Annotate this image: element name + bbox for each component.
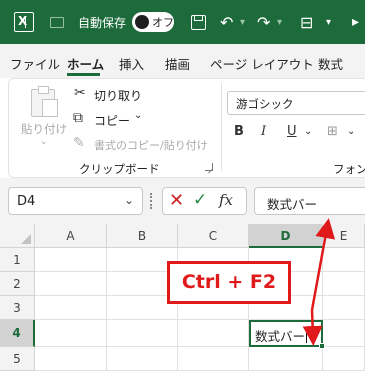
- italic-button[interactable]: I: [261, 124, 266, 139]
- grid-cell[interactable]: [107, 320, 178, 347]
- title-bar: 自動保存 オフ ↶ ▾ ↷ ▾ ⊟ ▾ ▸: [0, 0, 365, 44]
- select-all-button[interactable]: [0, 224, 35, 248]
- redo-dropdown-icon[interactable]: ▾: [277, 0, 282, 44]
- column-header-a[interactable]: A: [35, 224, 107, 248]
- tab-page-layout[interactable]: ページ レイアウト: [210, 54, 314, 73]
- formula-controls: ✕ ✓ fx: [162, 187, 247, 215]
- cut-label: 切り取り: [94, 89, 143, 103]
- paste-label: 貼り付け: [21, 122, 67, 136]
- active-tab-indicator: [67, 73, 100, 76]
- ribbon-tabs: ファイル ホーム 挿入 描画 ページ レイアウト 数式: [0, 44, 365, 78]
- grid-cell[interactable]: [35, 248, 107, 272]
- toggle-label: オフ: [152, 16, 174, 29]
- format-painter-icon: ✎: [73, 135, 85, 151]
- formula-row: D4 ⌄ ✕ ✓ fx 数式バー: [0, 178, 365, 224]
- grid-cell[interactable]: [178, 320, 249, 347]
- grid-cell[interactable]: [35, 320, 107, 347]
- grid-cell[interactable]: [323, 248, 365, 272]
- tab-home[interactable]: ホーム: [67, 54, 104, 73]
- autosave-toggle[interactable]: オフ: [132, 0, 174, 44]
- format-painter-label: 書式のコピー/貼り付け: [94, 139, 208, 152]
- grid-cell[interactable]: [35, 272, 107, 296]
- grid-cell[interactable]: [35, 347, 107, 371]
- grid-cell[interactable]: [323, 296, 365, 320]
- grid-cell[interactable]: [107, 347, 178, 371]
- grid-cell[interactable]: [323, 320, 365, 347]
- copy-label: コピー: [94, 114, 131, 128]
- undo-button[interactable]: ↶: [220, 0, 233, 44]
- grid-cell[interactable]: [323, 347, 365, 371]
- redo-icon: ↷: [257, 12, 271, 32]
- borders-icon[interactable]: ⊞: [327, 124, 338, 139]
- title-overflow-icon: ▸: [352, 14, 360, 30]
- redo-button[interactable]: ↷: [257, 0, 270, 44]
- splitter-handle[interactable]: [150, 193, 152, 209]
- column-header-b[interactable]: B: [107, 224, 178, 248]
- save-icon: [191, 14, 206, 30]
- insert-function-button[interactable]: fx: [219, 191, 233, 209]
- tab-draw[interactable]: 描画: [165, 54, 190, 73]
- save-button[interactable]: [191, 0, 206, 44]
- name-box[interactable]: D4 ⌄: [8, 187, 143, 215]
- name-box-value: D4: [17, 194, 36, 209]
- column-header-d[interactable]: D: [249, 224, 323, 248]
- quick-access-customize-button[interactable]: ⊟: [300, 0, 313, 44]
- font-group-label: フォント: [333, 162, 365, 176]
- grid-cell[interactable]: [35, 296, 107, 320]
- scissors-icon: ✂: [74, 85, 86, 101]
- save-status-icon: [50, 0, 64, 44]
- column-header-e[interactable]: E: [323, 224, 365, 248]
- ribbon-home: 貼り付け ⌄ ✂ 切り取り ⧉ コピー ⌄ ✎ 書式のコピー/貼り付け クリップ…: [8, 78, 365, 178]
- formula-bar[interactable]: 数式バー: [254, 187, 365, 215]
- active-cell-text: 数式バー: [255, 329, 306, 344]
- underline-dropdown-icon[interactable]: ⌄: [304, 126, 312, 137]
- grid-cell[interactable]: [249, 347, 323, 371]
- paste-clipboard-icon: [31, 86, 58, 117]
- undo-icon: ↶: [220, 12, 234, 32]
- paste-dropdown-icon[interactable]: ⌄: [40, 137, 48, 147]
- enter-check-icon[interactable]: ✓: [193, 190, 207, 210]
- excel-logo-icon: [14, 0, 34, 44]
- cancel-icon[interactable]: ✕: [169, 190, 184, 211]
- name-box-dropdown-icon[interactable]: ⌄: [124, 193, 134, 207]
- row-header-4[interactable]: 4: [0, 320, 35, 347]
- grid-cell[interactable]: [323, 272, 365, 296]
- undo-dropdown-icon[interactable]: ▾: [240, 0, 245, 44]
- customize-icon: ⊟: [300, 12, 314, 32]
- row-header-3[interactable]: 3: [0, 296, 35, 320]
- quick-access-more-icon[interactable]: ▾: [326, 0, 331, 44]
- tab-formulas[interactable]: 数式: [318, 54, 343, 73]
- clipboard-launcher-icon[interactable]: [205, 163, 213, 171]
- bold-button[interactable]: B: [234, 124, 244, 139]
- copy-icon: ⧉: [73, 110, 83, 126]
- active-cell-d4[interactable]: 数式バー: [249, 320, 325, 349]
- font-name-input[interactable]: 游ゴシック: [227, 91, 365, 115]
- autosave-label: 自動保存: [78, 15, 127, 30]
- row-header-1[interactable]: 1: [0, 248, 35, 272]
- clipboard-group-label: クリップボード: [79, 162, 160, 176]
- group-divider: [221, 83, 222, 171]
- tab-file[interactable]: ファイル: [10, 54, 60, 73]
- grid-cell[interactable]: [178, 347, 249, 371]
- row-header-2[interactable]: 2: [0, 272, 35, 296]
- copy-dropdown-icon[interactable]: ⌄: [134, 110, 142, 121]
- row-header-5[interactable]: 5: [0, 347, 35, 371]
- underline-button[interactable]: U: [287, 124, 297, 139]
- column-header-c[interactable]: C: [178, 224, 249, 248]
- shortcut-callout: Ctrl + F2: [167, 261, 291, 304]
- toggle-knob-icon: [135, 15, 149, 29]
- tab-insert[interactable]: 挿入: [119, 54, 144, 73]
- formula-bar-text: 数式バー: [267, 197, 318, 212]
- text-cursor: [306, 329, 308, 343]
- borders-dropdown-icon[interactable]: ⌄: [347, 126, 355, 137]
- fill-handle[interactable]: [319, 343, 325, 349]
